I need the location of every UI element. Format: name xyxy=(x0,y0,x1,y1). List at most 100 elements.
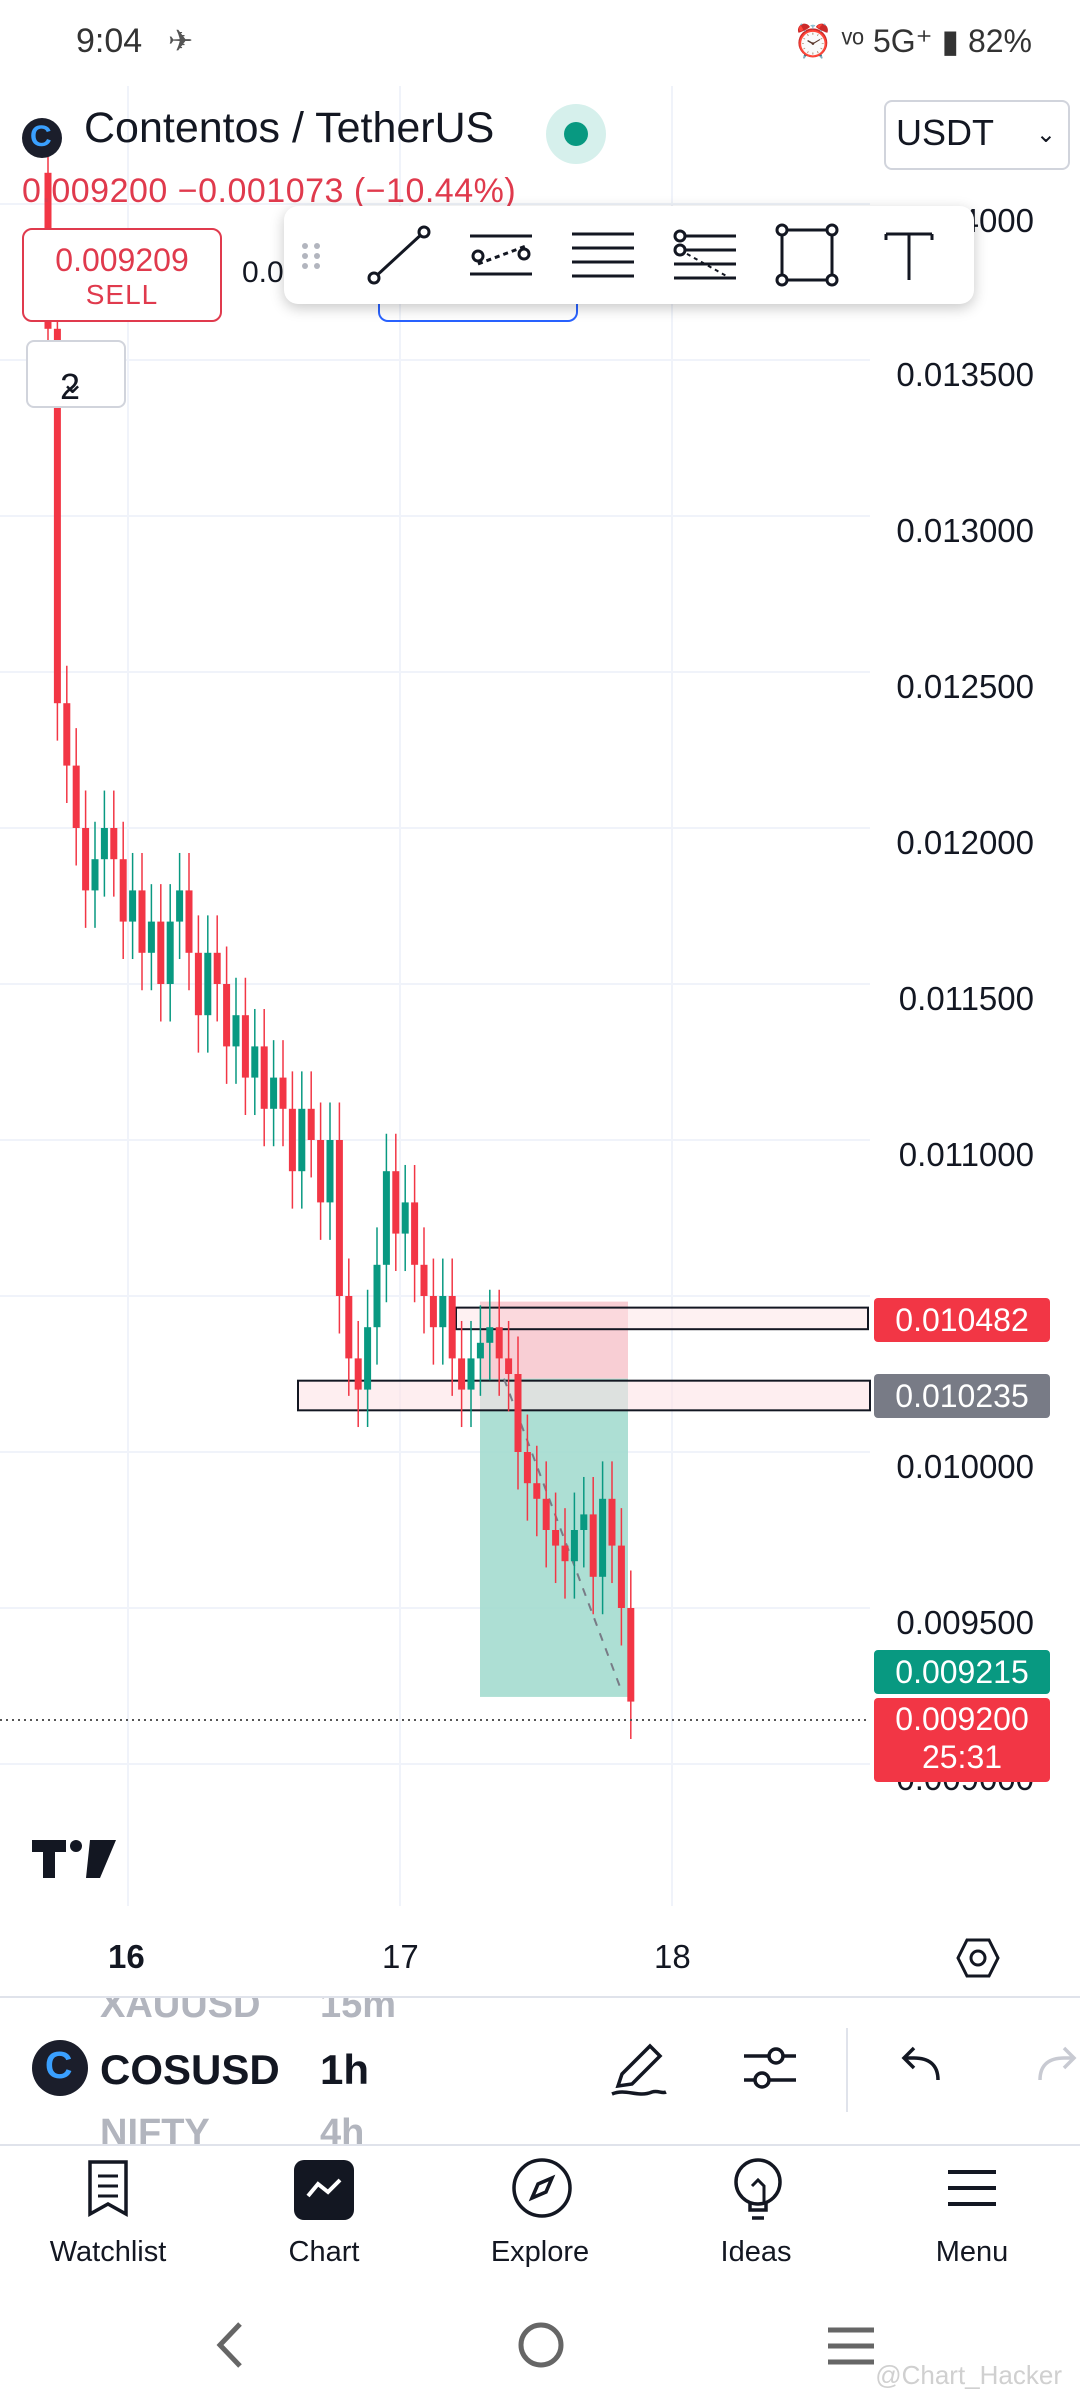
tradingview-logo-icon xyxy=(32,1836,116,1887)
candle-body xyxy=(213,952,221,984)
nav-watchlist[interactable]: Watchlist xyxy=(0,2142,216,2286)
candle-body xyxy=(448,1296,456,1359)
undo-icon[interactable] xyxy=(898,2042,948,2097)
candle-body xyxy=(241,1015,249,1078)
chevron-down-icon: ⌄ xyxy=(1035,121,1056,148)
drawing-toolbar[interactable] xyxy=(284,206,974,304)
price-label-resistance: 0.010482 xyxy=(874,1298,1050,1342)
parallel-channel-icon[interactable] xyxy=(466,220,536,290)
sell-price: 0.009209 xyxy=(55,242,189,278)
candle-body xyxy=(429,1296,437,1328)
symbol-bar[interactable]: XAUUSD 15m COSUSD 1h NIFTY 4h xyxy=(0,1996,1080,2146)
candle-body xyxy=(364,1327,372,1390)
nav-ideas[interactable]: Ideas xyxy=(648,2142,864,2286)
candle-body xyxy=(298,1108,306,1172)
nav-chart[interactable]: Chart xyxy=(216,2142,432,2286)
market-open-icon xyxy=(546,104,606,164)
candle-body xyxy=(251,1046,259,1078)
watermark-text: @Chart_Hacker xyxy=(875,2360,1062,2390)
currency-select[interactable]: USDT ⌄ xyxy=(884,100,1070,170)
candle-body xyxy=(401,1202,409,1234)
candle-body xyxy=(317,1140,325,1203)
draw-pencil-icon[interactable] xyxy=(608,2036,668,2105)
price-label-support: 0.010235 xyxy=(874,1374,1050,1418)
candle-body xyxy=(580,1514,588,1530)
candle-body xyxy=(100,828,108,860)
y-tick: 0.009500 xyxy=(896,1604,1034,1641)
x-tick: 16 xyxy=(108,1938,145,1975)
chart-settings-icon[interactable] xyxy=(956,1936,1000,1985)
redo-icon[interactable] xyxy=(1036,2042,1080,2097)
sell-label: SELL xyxy=(85,279,159,310)
next-timeframe[interactable]: 4h xyxy=(320,2112,364,2144)
resistance-box xyxy=(455,1306,869,1331)
candle-body xyxy=(147,921,155,953)
fib-retracement-icon[interactable] xyxy=(670,220,740,290)
candle-body xyxy=(194,952,202,1016)
nav-label: Explore xyxy=(490,2236,590,2268)
text-icon[interactable] xyxy=(874,220,944,290)
nav-label: Ideas xyxy=(720,2236,792,2268)
candle-body xyxy=(392,1171,400,1234)
candle-body xyxy=(542,1498,550,1530)
y-tick: 0.012500 xyxy=(896,668,1034,705)
drag-handle-icon[interactable] xyxy=(296,220,326,290)
candle-body xyxy=(270,1077,278,1109)
candle-body xyxy=(345,1296,353,1359)
candle-body xyxy=(420,1264,428,1296)
symbol-picker[interactable]: COSUSD xyxy=(100,2046,280,2094)
menu-icon xyxy=(948,2170,996,2206)
candle-body xyxy=(373,1264,381,1328)
status-icons: ⏰ ᵛᵒ 5G⁺ ▮ 82% xyxy=(793,23,1032,59)
next-symbol[interactable]: NIFTY xyxy=(100,2112,210,2144)
price-label-target: 0.009215 xyxy=(874,1650,1050,1694)
candle-body xyxy=(561,1545,569,1562)
prev-symbol[interactable]: XAUUSD xyxy=(100,1998,260,2027)
candle-body xyxy=(279,1077,287,1109)
candle-body xyxy=(533,1483,541,1499)
y-tick: 0.011000 xyxy=(898,1136,1034,1173)
nav-menu[interactable]: Menu xyxy=(864,2142,1080,2286)
candle-body xyxy=(514,1374,522,1452)
candle-body xyxy=(439,1296,447,1328)
support-box xyxy=(297,1379,871,1412)
prev-timeframe[interactable]: 15m xyxy=(320,1998,396,2027)
candle-body xyxy=(129,890,137,922)
candle-body xyxy=(552,1530,560,1546)
candle-body xyxy=(476,1342,484,1359)
candle-body xyxy=(505,1358,513,1374)
timeframe-picker[interactable]: 1h xyxy=(320,2046,369,2094)
candle-body xyxy=(627,1608,635,1702)
candle-body xyxy=(617,1545,625,1608)
back-icon[interactable] xyxy=(210,2320,250,2375)
y-tick: 0.012000 xyxy=(896,824,1034,861)
candle-body xyxy=(63,703,71,766)
candle-body xyxy=(570,1530,578,1562)
rectangle-icon[interactable] xyxy=(772,220,842,290)
recents-icon[interactable] xyxy=(826,2324,876,2373)
y-tick: 0.011500 xyxy=(898,980,1034,1017)
candle-body xyxy=(495,1327,503,1359)
symbol-title[interactable]: Contentos / TetherUS xyxy=(84,104,494,153)
status-bar: 9:04 ✈ ⏰ ᵛᵒ 5G⁺ ▮ 82% xyxy=(0,0,1080,88)
nav-explore[interactable]: Explore xyxy=(432,2142,648,2286)
candle-body xyxy=(589,1514,597,1577)
x-tick: 18 xyxy=(654,1938,691,1975)
trend-line-icon[interactable] xyxy=(364,220,434,290)
candle-body xyxy=(176,890,184,922)
sell-button[interactable]: 0.009209 SELL xyxy=(22,228,222,322)
candle-body xyxy=(599,1498,607,1577)
candle-body xyxy=(458,1358,466,1390)
candle-body xyxy=(232,1015,240,1047)
indicators-toggle[interactable]: ⌄ 2 xyxy=(26,340,126,408)
candle-body xyxy=(82,828,90,891)
horizontal-lines-icon[interactable] xyxy=(568,220,638,290)
candle-body xyxy=(166,921,174,984)
indicator-settings-icon[interactable] xyxy=(740,2040,800,2101)
home-icon[interactable] xyxy=(516,2320,566,2375)
candle-body xyxy=(382,1171,390,1265)
divider xyxy=(846,2028,848,2112)
candle-body xyxy=(467,1358,475,1390)
candle-body xyxy=(326,1140,334,1203)
nav-label: Menu xyxy=(935,2236,1009,2268)
